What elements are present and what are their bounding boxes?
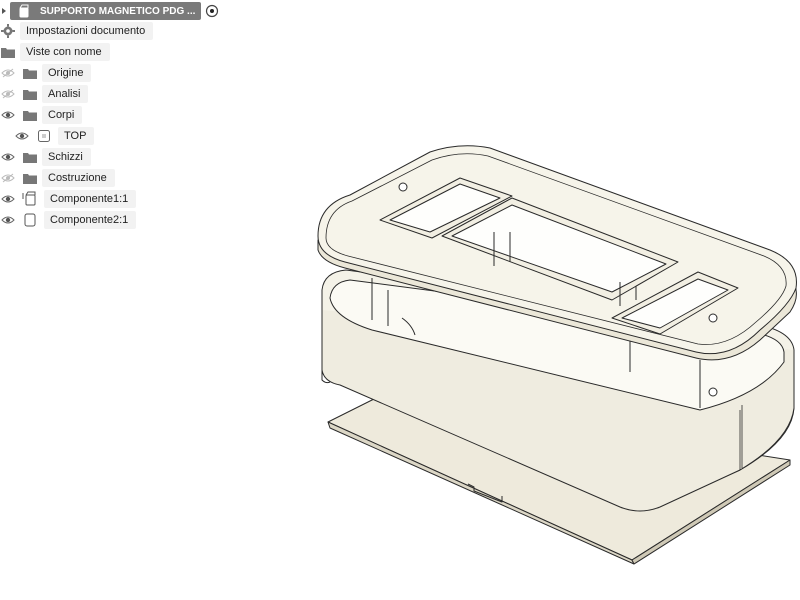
document-settings-label: Impostazioni documento xyxy=(20,22,154,40)
gear-icon xyxy=(0,23,16,39)
folder-row-corpi[interactable]: Corpi xyxy=(0,106,83,124)
folder-row-origine[interactable]: Origine xyxy=(0,64,92,82)
folder-row-schizzi[interactable]: Schizzi xyxy=(0,148,91,166)
folder-label: Origine xyxy=(42,64,92,82)
folder-icon xyxy=(22,86,38,102)
root-component-chip[interactable]: SUPPORTO MAGNETICO PDG ... xyxy=(10,2,202,20)
eye-visible-icon[interactable] xyxy=(14,128,30,144)
component-row-1[interactable]: Componente1:1 xyxy=(0,190,137,208)
component-row-2[interactable]: Componente2:1 xyxy=(0,211,137,229)
folder-icon xyxy=(0,44,16,60)
component-icon xyxy=(16,3,32,19)
eye-visible-icon[interactable] xyxy=(0,191,16,207)
folder-icon xyxy=(22,65,38,81)
folder-icon xyxy=(22,107,38,123)
model-viewport[interactable] xyxy=(300,130,800,570)
eye-visible-icon[interactable] xyxy=(0,149,16,165)
activate-target-icon[interactable] xyxy=(204,3,220,19)
component-label: Componente2:1 xyxy=(44,211,137,229)
folder-row-costruzione[interactable]: Costruzione xyxy=(0,169,115,187)
folder-row-analisi[interactable]: Analisi xyxy=(0,85,89,103)
folder-label: Analisi xyxy=(42,85,89,103)
folder-label: Schizzi xyxy=(42,148,91,166)
folder-icon xyxy=(22,170,38,186)
component-label: Componente1:1 xyxy=(44,190,137,208)
document-settings-row[interactable]: Impostazioni documento xyxy=(0,22,154,40)
expand-arrow-icon[interactable] xyxy=(0,7,8,15)
eye-visible-icon[interactable] xyxy=(0,212,16,228)
eye-hidden-icon[interactable] xyxy=(0,65,16,81)
eye-hidden-icon[interactable] xyxy=(0,86,16,102)
body-label: TOP xyxy=(58,127,95,145)
named-views-row[interactable]: Viste con nome xyxy=(0,43,110,61)
component-icon xyxy=(22,212,38,228)
body-row-top[interactable]: TOP xyxy=(14,127,95,145)
root-component-title: SUPPORTO MAGNETICO PDG ... xyxy=(40,5,196,17)
browser-root-row[interactable]: SUPPORTO MAGNETICO PDG ... xyxy=(0,2,220,20)
folder-label: Corpi xyxy=(42,106,83,124)
folder-label: Costruzione xyxy=(42,169,115,187)
component-link-icon xyxy=(22,191,38,207)
eye-visible-icon[interactable] xyxy=(0,107,16,123)
folder-icon xyxy=(22,149,38,165)
named-views-label: Viste con nome xyxy=(20,43,110,61)
eye-hidden-icon[interactable] xyxy=(0,170,16,186)
body-icon xyxy=(36,128,52,144)
